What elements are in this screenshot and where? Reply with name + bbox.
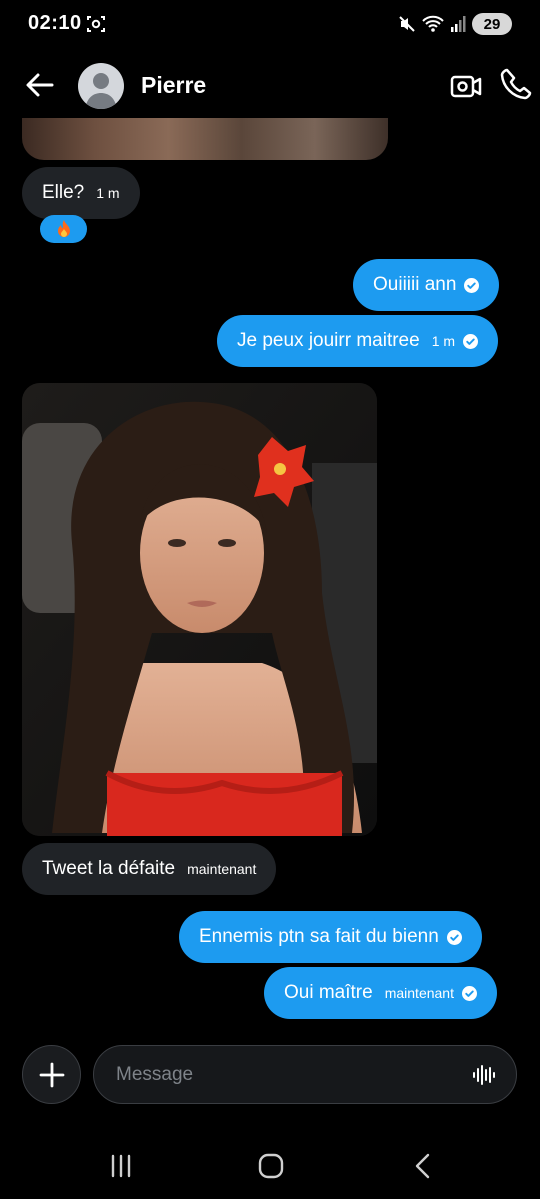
message-text: Je peux jouirr maitree: [237, 330, 420, 351]
system-nav-bar: [0, 1130, 540, 1199]
message-composer: [93, 1045, 517, 1104]
back-arrow-icon[interactable]: [22, 68, 58, 102]
message-time: maintenant: [187, 861, 257, 877]
home-icon[interactable]: [256, 1152, 286, 1180]
battery-level: 29: [483, 15, 501, 33]
message-bubble-outgoing[interactable]: Ennemis ptn sa fait du bienn: [179, 911, 482, 963]
message-bubble-incoming[interactable]: Tweet la défaite maintenant: [22, 843, 277, 895]
photo-placeholder: [22, 383, 377, 836]
wifi-icon: [422, 15, 444, 32]
message-text: Ouiiiii ann: [373, 274, 457, 295]
read-check-icon: [464, 277, 480, 293]
mute-icon: [399, 16, 415, 32]
plus-icon: [39, 1062, 64, 1087]
message-bubble-outgoing[interactable]: Oui maître maintenant: [264, 967, 497, 1019]
read-check-icon: [446, 929, 462, 945]
screen-record-icon: [87, 16, 105, 32]
avatar[interactable]: [78, 63, 124, 109]
recent-apps-icon[interactable]: [106, 1152, 136, 1180]
message-input[interactable]: [116, 1046, 456, 1103]
message-text: Elle?: [42, 182, 85, 203]
message-text: Ennemis ptn sa fait du bienn: [199, 926, 439, 947]
chat-header: Pierre: [0, 55, 540, 115]
image-message[interactable]: [22, 383, 377, 836]
fire-emoji: [57, 220, 70, 237]
contact-name[interactable]: Pierre: [141, 72, 206, 99]
status-icons: 29: [398, 12, 512, 36]
fire-reaction-icon[interactable]: [40, 215, 87, 243]
read-check-icon: [463, 333, 479, 349]
video-call-icon[interactable]: [449, 69, 483, 103]
message-time: 1 m: [96, 185, 120, 201]
phone-icon[interactable]: [499, 67, 533, 101]
message-bubble-incoming[interactable]: Elle? 1 m: [22, 167, 140, 219]
message-time: 1 m: [431, 333, 456, 349]
status-time: 02:10: [28, 12, 82, 34]
add-media-button[interactable]: [22, 1045, 81, 1104]
voice-message-icon[interactable]: [472, 1063, 496, 1087]
battery-icon: 29: [472, 13, 512, 35]
signal-icon: [451, 16, 466, 32]
message-bubble-outgoing[interactable]: Je peux jouirr maitree 1 m: [217, 315, 499, 367]
back-nav-icon[interactable]: [408, 1152, 438, 1180]
avatar-icon: [85, 73, 117, 109]
message-text: Tweet la défaite: [42, 858, 176, 879]
message-time: maintenant: [384, 985, 454, 1001]
status-bar: 02:10 29: [0, 0, 540, 50]
read-check-icon: [461, 985, 477, 1001]
message-text: Oui maître: [284, 982, 373, 1003]
message-bubble-outgoing[interactable]: Ouiiiii ann: [353, 259, 500, 311]
image-message[interactable]: [22, 118, 388, 160]
